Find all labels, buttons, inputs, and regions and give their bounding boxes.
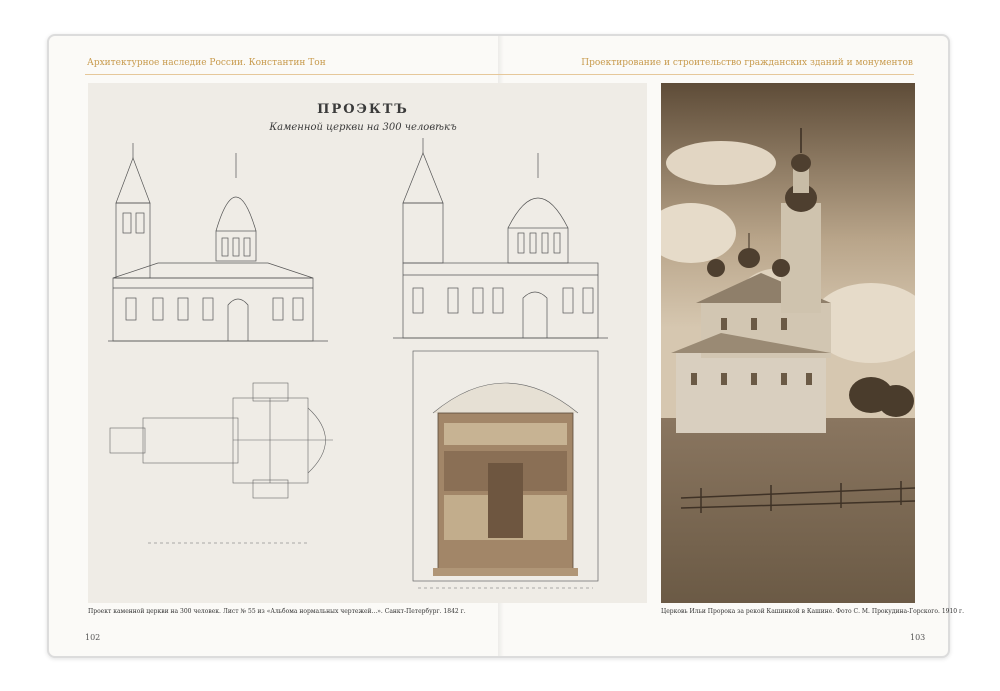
plate-caption: Проект каменной церкви на 300 человек. Л… bbox=[88, 608, 466, 615]
photo-caption: Церковь Ильи Пророка за рекой Кашинкой в… bbox=[661, 608, 965, 615]
page-number-left: 102 bbox=[85, 633, 101, 642]
side-elevation bbox=[393, 138, 608, 339]
plate-drawing: ПРОЭКТЪ Каменной церкви на 300 человѣкъ bbox=[108, 102, 608, 589]
floor-plan bbox=[109, 382, 333, 544]
iconostasis-drawing bbox=[412, 350, 599, 589]
architectural-plate: ПРОЭКТЪ Каменной церкви на 300 человѣкъ bbox=[88, 83, 647, 603]
running-head-left: Архитектурное наследие России. Константи… bbox=[87, 58, 326, 68]
church-photograph bbox=[661, 83, 915, 603]
running-head-right: Проектирование и строительство гражданск… bbox=[581, 58, 913, 68]
front-elevation bbox=[108, 143, 328, 342]
plate-subtitle: Каменной церкви на 300 человѣкъ bbox=[268, 122, 457, 133]
photo-image bbox=[661, 83, 915, 603]
book-spread: Архитектурное наследие России. Константи… bbox=[47, 34, 964, 658]
page-number-right: 103 bbox=[910, 633, 926, 642]
plate-title: ПРОЭКТЪ bbox=[317, 102, 409, 117]
header-rule bbox=[85, 74, 914, 75]
